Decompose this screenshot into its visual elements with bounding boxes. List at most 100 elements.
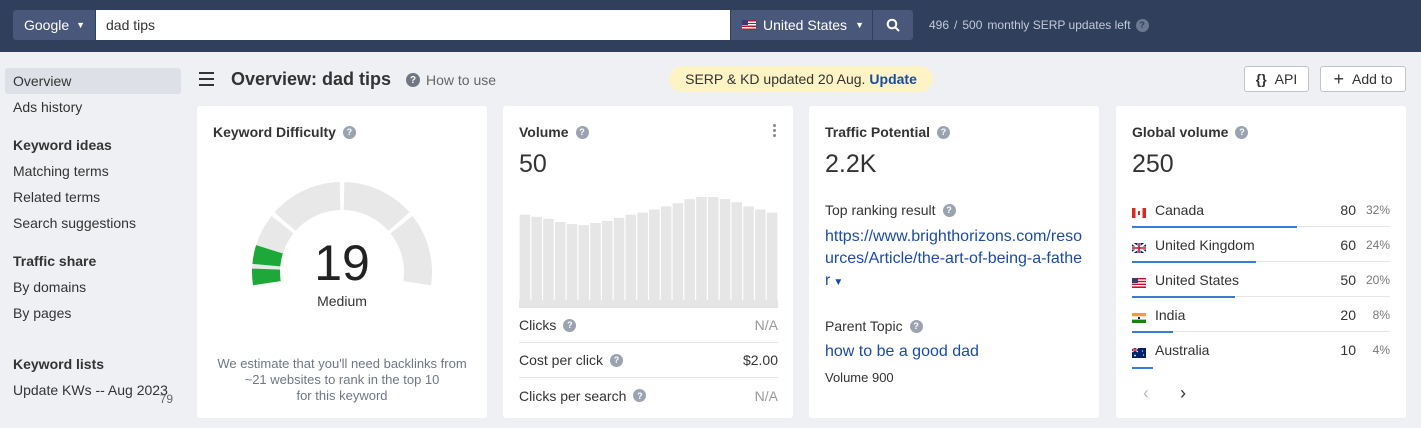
volume-trend-bar[interactable] [519, 214, 531, 300]
sidebar-item-related-terms[interactable]: Related terms [5, 184, 181, 210]
search-engine-select[interactable]: Google ▼ [13, 10, 95, 40]
country-share: 4% [1372, 343, 1390, 357]
sidebar-item-overview[interactable]: Overview [5, 68, 181, 94]
volume-trend-bar[interactable] [566, 224, 578, 300]
sidebar-item-matching-terms[interactable]: Matching terms [5, 158, 181, 184]
plus-icon: + [1333, 69, 1345, 89]
chevron-left-icon[interactable]: ‹ [1143, 383, 1149, 404]
search-button[interactable] [873, 10, 913, 40]
volume-trend-bar[interactable] [637, 212, 648, 300]
kd-gauge-segment [274, 182, 341, 231]
country-row[interactable]: Canada 80 32% [1132, 192, 1390, 228]
menu-icon[interactable] [199, 72, 214, 86]
sidebar-heading-keyword-ideas: Keyword ideas [13, 137, 112, 153]
country-share: 8% [1372, 308, 1390, 322]
volume-title: Volume [519, 124, 569, 140]
country-volume: 60 [1340, 237, 1356, 253]
updates-used: 496 [929, 18, 950, 32]
clicks-value: N/A [754, 317, 778, 333]
country-select[interactable]: United States ▼ [731, 10, 872, 40]
volume-trend-bar[interactable] [766, 212, 778, 300]
sidebar-item-label: By domains [13, 279, 87, 295]
chevron-down-icon: ▼ [855, 20, 864, 30]
keyword-search-input[interactable] [96, 10, 730, 40]
search-icon [886, 18, 900, 32]
us-flag-icon [742, 20, 756, 30]
traffic-title: Traffic Potential [825, 124, 931, 140]
add-to-button[interactable]: + Add to [1320, 66, 1406, 92]
kd-note-line2: ~21 websites to rank in the top 10 [244, 372, 440, 387]
keyword-list-item[interactable]: Update KWs -- Aug 2023 79 [13, 382, 183, 406]
country-volume: 80 [1340, 202, 1356, 218]
help-icon[interactable]: ? [610, 353, 624, 367]
country-row[interactable]: United Kingdom 60 24% [1131, 227, 1390, 263]
country-share: 20% [1365, 273, 1390, 287]
top-ranking-url[interactable]: https://www.brighthorizons.com/resources… [825, 226, 1087, 294]
volume-trend-bar[interactable] [543, 218, 554, 300]
how-to-use-link[interactable]: ? How to use [406, 72, 496, 88]
gb-flag-icon [1131, 240, 1147, 254]
country-volume: 20 [1340, 307, 1356, 323]
sidebar-item-ads-history[interactable]: Ads history [5, 94, 181, 120]
volume-trend-bar[interactable] [684, 199, 695, 300]
help-icon[interactable]: ? [909, 319, 923, 333]
volume-trend-bar[interactable] [625, 214, 637, 300]
chevron-right-icon[interactable]: › [1180, 383, 1186, 404]
volume-trend-bar[interactable] [660, 206, 672, 300]
caret-down-icon[interactable]: ▼ [833, 277, 843, 288]
volume-trend-bar[interactable] [743, 206, 754, 300]
api-button[interactable]: {} API [1244, 66, 1309, 92]
help-icon[interactable]: ? [1135, 18, 1149, 32]
card-title: Global volume ? [1132, 124, 1249, 140]
help-icon[interactable]: ? [937, 125, 951, 139]
more-options-icon[interactable] [773, 124, 777, 139]
sidebar-item-search-suggestions[interactable]: Search suggestions [5, 210, 181, 236]
volume-trend-bar[interactable] [755, 209, 766, 300]
kd-note-line3: for this keyword [296, 388, 388, 403]
help-icon[interactable]: ? [575, 125, 589, 139]
volume-trend-bar[interactable] [731, 202, 743, 300]
volume-trend-chart [519, 197, 778, 300]
api-button-label: API [1274, 71, 1298, 87]
serp-updates-counter: 496 / 500 monthly SERP updates left ? [929, 18, 1149, 32]
volume-card: Volume ? 50 Clicks? N/A Cost per click? … [503, 106, 793, 418]
top-ranking-url-text: https://www.brighthorizons.com/resources… [825, 228, 1082, 289]
sidebar: Overview Ads history Keyword ideas Match… [0, 52, 190, 428]
volume-trend-bar[interactable] [613, 217, 625, 300]
volume-trend-bar[interactable] [590, 223, 601, 300]
sidebar-item-label: Ads history [13, 99, 83, 115]
top-ranking-label: Top ranking result ? [825, 202, 956, 218]
sidebar-item-label: Overview [13, 73, 72, 89]
keyword-difficulty-card: Keyword Difficulty ? 19 Medium We estima… [197, 106, 487, 418]
keyword-list-name: Update KWs -- Aug 2023 [13, 382, 168, 398]
help-icon[interactable]: ? [1235, 125, 1249, 139]
volume-trend-bar[interactable] [649, 209, 660, 300]
card-title: Volume ? [519, 124, 589, 140]
volume-trend-bar[interactable] [707, 197, 719, 300]
help-icon[interactable]: ? [942, 203, 956, 217]
help-icon[interactable]: ? [563, 318, 577, 332]
volume-trend-bar[interactable] [554, 222, 566, 300]
country-share: 32% [1365, 203, 1390, 217]
parent-topic-link[interactable]: how to be a good dad [825, 343, 979, 361]
country-row[interactable]: India 20 8% [1132, 297, 1390, 333]
update-link[interactable]: Update [869, 71, 916, 87]
volume-trend-bar[interactable] [696, 197, 707, 300]
keyword-list-count: 79 [159, 392, 173, 406]
volume-trend-bar[interactable] [719, 199, 731, 300]
help-icon[interactable]: ? [633, 389, 647, 402]
parent-topic-label: Parent Topic ? [825, 318, 923, 334]
country-row[interactable]: Australia 10 4% [1131, 332, 1390, 369]
traffic-potential-card: Traffic Potential ? 2.2K Top ranking res… [809, 106, 1099, 418]
chevron-down-icon: ▼ [76, 20, 86, 30]
volume-trend-bar[interactable] [672, 203, 684, 300]
country-volume: 50 [1340, 272, 1356, 288]
volume-chart-scrollbar[interactable] [519, 300, 778, 308]
sidebar-item-by-pages[interactable]: By pages [5, 300, 181, 326]
sidebar-item-by-domains[interactable]: By domains [5, 274, 181, 300]
volume-trend-bar[interactable] [578, 225, 590, 300]
volume-trend-bar[interactable] [531, 216, 542, 300]
country-row[interactable]: United States 50 20% [1132, 262, 1390, 298]
volume-trend-bar[interactable] [602, 220, 613, 300]
global-volume-card: Global volume ? 250 Canada 80 32% United Ki… [1116, 106, 1406, 418]
